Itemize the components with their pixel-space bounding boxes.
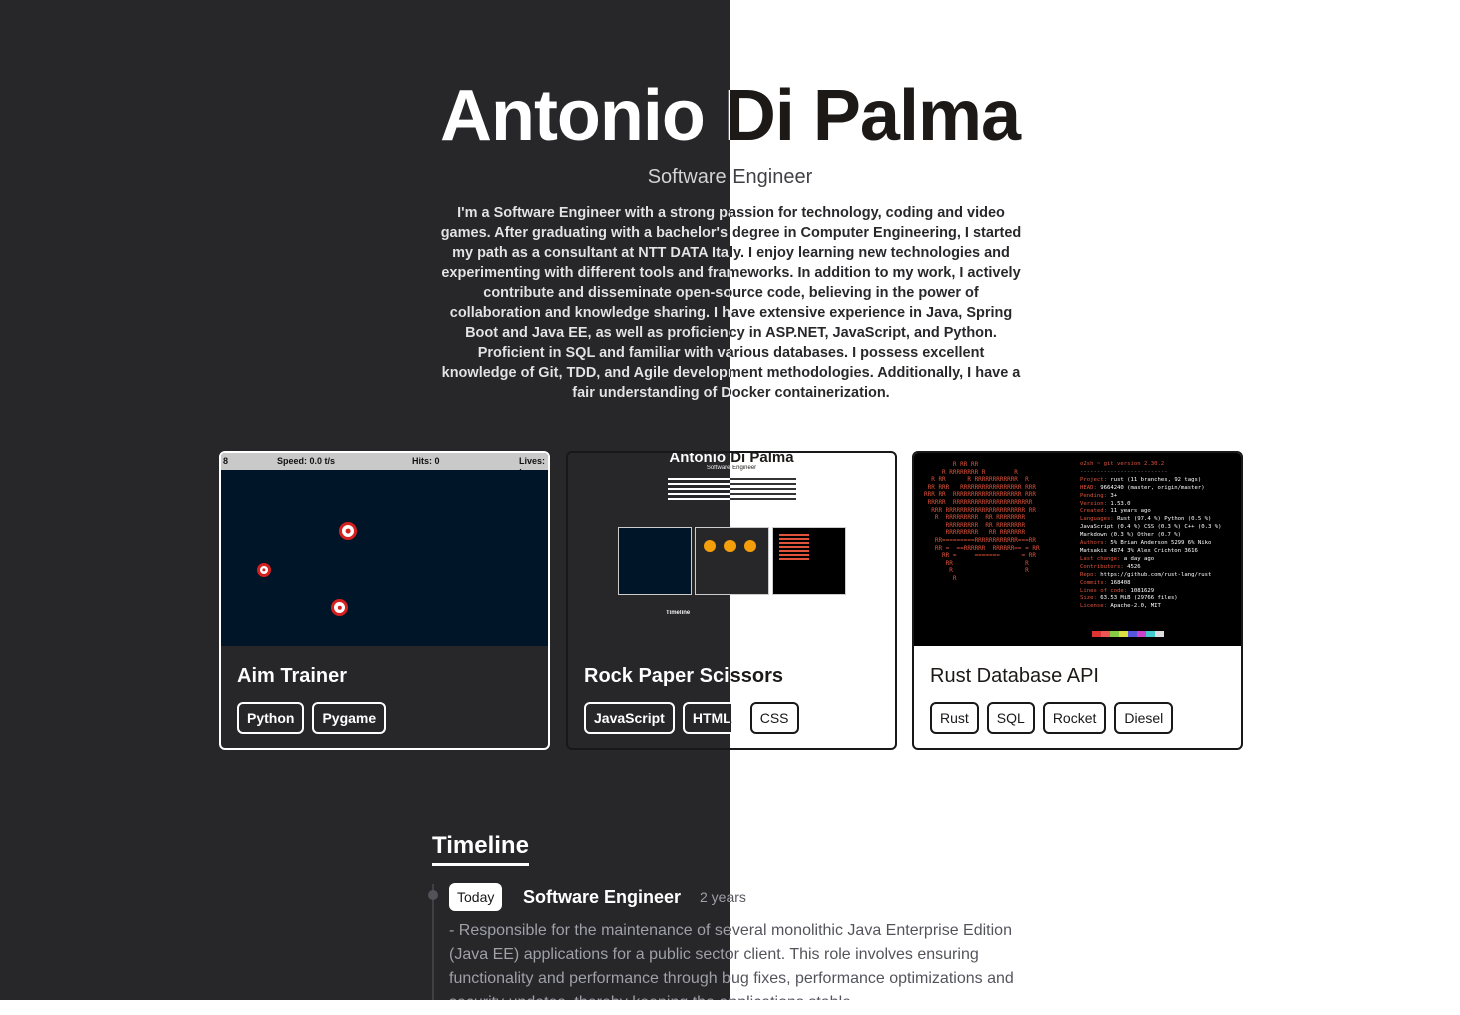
mini-page-subtitle: Software Engineer <box>568 465 895 471</box>
tag: HTML <box>682 702 742 734</box>
color-palette <box>1092 631 1164 637</box>
game-left-value: 8 <box>223 456 229 466</box>
project-thumbnail: Antonio Di Palma Software Engineer Timel… <box>568 453 895 646</box>
project-title: Aim Trainer <box>237 665 348 687</box>
project-thumbnail: 8 Speed: 0.0 t/s Hits: 0 Lives: : <box>221 453 548 646</box>
tag-list: Python Pygame <box>237 702 387 734</box>
game-speed: Speed: 0.0 t/s <box>277 456 336 466</box>
tag: CSS <box>749 702 799 734</box>
mini-card <box>618 527 692 595</box>
project-title: Rock Paper Scissors <box>584 665 783 687</box>
mini-project-cards <box>618 527 846 595</box>
projects-grid: 8 Speed: 0.0 t/s Hits: 0 Lives: : Aim Tr… <box>219 451 1243 750</box>
project-card-rust-database-api[interactable]: R RR RR R RRRRRRRR R R R RR R RRRRRRRRRR… <box>912 451 1243 750</box>
timeline-badge: Today <box>449 883 503 911</box>
project-card-rock-paper-scissors[interactable]: Antonio Di Palma Software Engineer Timel… <box>566 451 897 750</box>
project-title: Rust Database API <box>930 665 1099 687</box>
page-title: Antonio Di Palma <box>0 74 1460 158</box>
game-hits: Hits: 0 <box>412 456 440 466</box>
target-icon <box>257 563 271 577</box>
tag: Rocket <box>1042 702 1107 734</box>
game-field <box>221 470 548 646</box>
target-icon <box>331 599 348 616</box>
game-status-bar: 8 Speed: 0.0 t/s Hits: 0 Lives: : <box>221 453 548 476</box>
git-info-panel: o2sh ~ git version 2.30.2 --------------… <box>1080 461 1240 611</box>
subtitle-role: Software Engineer <box>0 164 1460 190</box>
tag-list: Rust SQL Rocket Diesel <box>930 702 1174 734</box>
mini-card <box>772 527 846 595</box>
project-thumbnail: R RR RR R RRRRRRRR R R R RR R RRRRRRRRRR… <box>914 453 1241 646</box>
timeline-entry-description: - Responsible for the maintenance of sev… <box>449 919 1019 1015</box>
mini-timeline-heading: Timeline <box>666 610 691 616</box>
project-card-aim-trainer[interactable]: 8 Speed: 0.0 t/s Hits: 0 Lives: : Aim Tr… <box>219 451 550 750</box>
timeline-line <box>432 884 434 1000</box>
git-prompt: o2sh ~ git version 2.30.2 <box>1080 461 1165 467</box>
tag: Rust <box>930 702 979 734</box>
timeline-entry-title: Software Engineer <box>523 887 682 907</box>
timeline-heading: Timeline <box>432 830 529 866</box>
tag: Python <box>237 702 305 734</box>
tag: JavaScript <box>584 702 675 734</box>
mini-card <box>695 527 769 595</box>
rust-ascii-logo: R RR RR R RRRRRRRR R R R RR R RRRRRRRRRR… <box>924 461 1040 582</box>
page: Antonio Di Palma Software Engineer I'm a… <box>0 0 1460 1011</box>
tag-list: JavaScript HTML CSS <box>584 702 799 734</box>
target-icon <box>339 522 357 540</box>
tag: Pygame <box>312 702 387 734</box>
tag: SQL <box>986 702 1035 734</box>
mini-bio-lines <box>668 475 796 503</box>
tag: Diesel <box>1114 702 1174 734</box>
timeline-entry-duration: 2 years <box>700 889 746 905</box>
timeline-dot-icon <box>428 890 438 900</box>
mini-site-preview: Antonio Di Palma Software Engineer Timel… <box>568 453 895 646</box>
bio-paragraph: I'm a Software Engineer with a strong pa… <box>440 205 1022 401</box>
